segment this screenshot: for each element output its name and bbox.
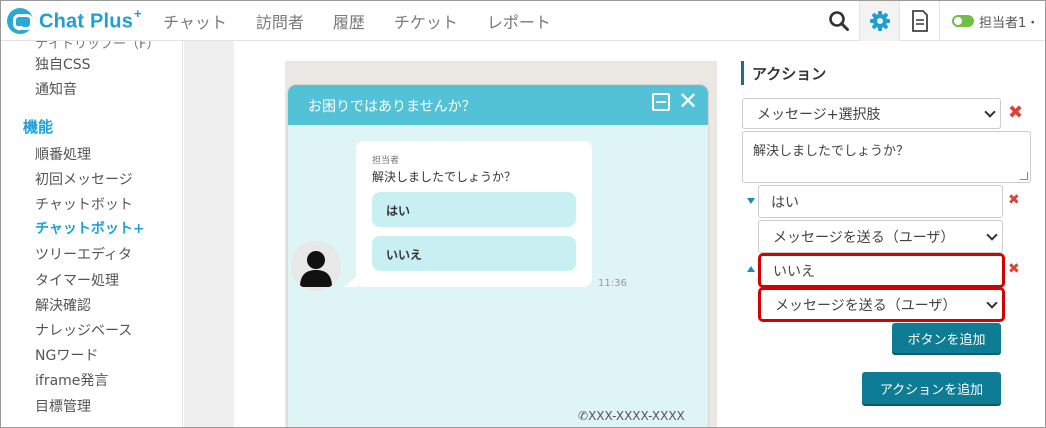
user-menu[interactable]: 担当者1・ <box>939 1 1045 41</box>
main-nav: チャット 訪問者 履歴 チケット レポート <box>163 1 580 41</box>
sidebar: ナイトリップー（F） 独自CSS 通知音 機能 順番処理 初回メッセージ チャッ… <box>1 41 183 427</box>
settings-button[interactable] <box>859 1 899 41</box>
logo[interactable]: Chat Plus+ <box>7 6 142 35</box>
action-type-select[interactable]: メッセージ+選択肢 <box>742 98 1001 129</box>
delete-choice-2-icon[interactable]: ✖ <box>1008 262 1020 276</box>
chevron-down-icon <box>986 296 998 309</box>
search-icon <box>829 11 849 31</box>
choice-1-value: はい <box>771 194 799 211</box>
resize-handle[interactable] <box>1020 172 1028 180</box>
choice-1-action-value: メッセージを送る（ユーザ） <box>773 229 955 246</box>
logo-icon <box>7 8 33 34</box>
bot-message-bubble: 担当者 解決しましたでしょうか？ はい いいえ <box>356 141 592 287</box>
delete-choice-1-icon[interactable]: ✖ <box>1008 193 1020 207</box>
choice-2-value: いいえ <box>773 263 815 280</box>
section-accent-bar <box>741 61 744 85</box>
collapse-choice-1-icon[interactable] <box>747 198 755 204</box>
message-sender: 担当者 <box>372 156 400 166</box>
user-avatar-icon <box>300 251 332 287</box>
choice-2-input[interactable]: いいえ <box>758 253 1005 288</box>
search-button[interactable] <box>819 1 859 41</box>
avatar <box>291 241 341 291</box>
sidebar-item-resolution[interactable]: 解決確認 <box>35 295 91 315</box>
choice-button-yes[interactable]: はい <box>372 192 576 227</box>
status-toggle[interactable] <box>952 15 974 27</box>
document-icon <box>911 10 928 32</box>
add-action-button[interactable]: アクションを追加 <box>862 372 1001 404</box>
action-type-value: メッセージ+選択肢 <box>757 106 881 123</box>
sidebar-item-knowledge-base[interactable]: ナレッジベース <box>35 320 132 340</box>
nav-history[interactable]: 履歴 <box>333 9 365 33</box>
sidebar-section-features: 機能 <box>23 118 54 136</box>
gear-icon <box>869 11 890 31</box>
message-time: 11:36 <box>598 278 627 289</box>
sidebar-item-goals[interactable]: 目標管理 <box>35 396 91 416</box>
sidebar-item-first-message[interactable]: 初回メッセージ <box>35 169 133 189</box>
nav-tickets[interactable]: チケット <box>394 9 458 33</box>
document-button[interactable] <box>899 1 939 41</box>
add-button-button[interactable]: ボタンを追加 <box>892 323 1001 353</box>
sidebar-item-custom-css[interactable]: 独自CSS <box>35 54 91 74</box>
message-textarea-value: 解決しましたでしょうか？ <box>753 144 910 159</box>
sidebar-item-chatbot[interactable]: チャットボット <box>35 194 133 214</box>
widget-header: お困りではありませんか？ ✕ <box>288 85 708 125</box>
sidebar-item-timer[interactable]: タイマー処理 <box>35 270 119 290</box>
message-text: 解決しましたでしょうか？ <box>372 170 517 184</box>
nav-reports[interactable]: レポート <box>487 9 551 33</box>
message-textarea[interactable]: 解決しましたでしょうか？ <box>742 131 1031 183</box>
sidebar-item-notification-sound[interactable]: 通知音 <box>35 79 77 99</box>
phone-icon: ✆ <box>578 409 589 423</box>
choice-2-action-value: メッセージを送る（ユーザ） <box>775 297 957 314</box>
actions-title: アクション <box>752 65 827 83</box>
sidebar-item-chatbot-plus[interactable]: チャットボット+ <box>35 218 145 238</box>
delete-action-icon[interactable]: ✖ <box>1008 104 1023 122</box>
top-navbar: Chat Plus+ チャット 訪問者 履歴 チケット レポート 担当者1・ <box>1 1 1045 41</box>
header-tools: 担当者1・ <box>819 1 1045 41</box>
widget-title: お困りではありませんか？ <box>308 99 476 115</box>
nav-chat[interactable]: チャット <box>163 9 227 33</box>
choice-1-input[interactable]: はい <box>758 185 1003 218</box>
expand-choice-2-icon[interactable] <box>747 266 755 272</box>
sidebar-item-order[interactable]: 順番処理 <box>35 144 91 164</box>
content-gutter <box>184 41 234 427</box>
sidebar-item-ng-words[interactable]: NGワード <box>35 345 98 365</box>
choice-2-action-select[interactable]: メッセージを送る（ユーザ） <box>758 287 1005 322</box>
chat-widget-preview: お困りではありませんか？ ✕ 担当者 解決しましたでしょうか？ はい いいえ 1… <box>288 85 708 427</box>
sidebar-item-cut[interactable]: ナイトリップー（F） <box>35 41 159 52</box>
choice-button-no[interactable]: いいえ <box>372 236 576 271</box>
choice-1-action-select[interactable]: メッセージを送る（ユーザ） <box>758 220 1003 253</box>
widget-phone: ✆XXX-XXXX-XXXX <box>578 409 685 423</box>
chevron-down-icon <box>986 228 998 241</box>
sidebar-item-iframe[interactable]: iframe発言 <box>35 370 108 390</box>
sidebar-item-tree-editor[interactable]: ツリーエディタ <box>35 244 132 264</box>
close-icon[interactable]: ✕ <box>678 88 698 114</box>
logo-text: Chat Plus+ <box>39 6 142 33</box>
minimize-icon[interactable] <box>652 93 670 111</box>
user-name: 担当者1・ <box>979 15 1040 31</box>
nav-visitors[interactable]: 訪問者 <box>256 9 304 33</box>
app-window: Chat Plus+ チャット 訪問者 履歴 チケット レポート 担当者1・ ナ… <box>0 0 1046 428</box>
chevron-down-icon <box>984 105 996 118</box>
